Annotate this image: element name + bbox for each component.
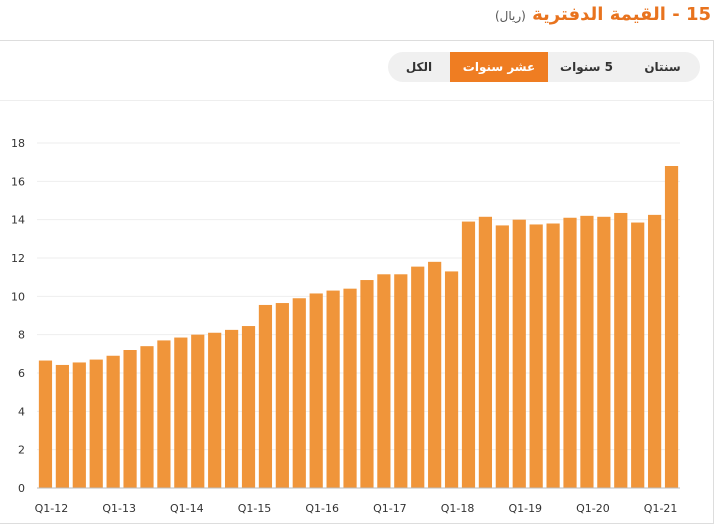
bar-Q3-15[interactable] <box>275 303 289 488</box>
bar-Q2-15[interactable] <box>258 304 273 488</box>
bar-Q3-13[interactable] <box>140 346 154 488</box>
bar-Q4-19[interactable] <box>563 217 577 488</box>
y-tick-label: 18 <box>11 137 25 150</box>
y-tick-label: 12 <box>11 252 25 265</box>
bar-Q2-17[interactable] <box>394 274 408 488</box>
y-tick-label: 2 <box>18 444 25 457</box>
y-axis-ticks: 0 2 4 6 8 10 12 14 16 18 <box>11 137 25 495</box>
bar-Q3-19[interactable] <box>546 223 560 489</box>
bar-Q1-18[interactable] <box>444 271 459 488</box>
bar-Q1-14[interactable] <box>174 337 188 488</box>
y-tick-label: 16 <box>11 175 25 188</box>
x-tick-label: Q1-20 <box>576 502 610 515</box>
y-tick-label: 0 <box>18 482 25 495</box>
y-tick-label: 10 <box>11 290 25 303</box>
x-tick-label: Q1-12 <box>35 502 69 515</box>
x-axis-ticks: Q1-12 Q1-13 Q1-14 Q1-15 Q1-16 Q1-17 Q1-18 Q1-19… <box>35 502 678 515</box>
bar-Q4-18[interactable] <box>495 225 509 488</box>
bar-Q1-21[interactable] <box>648 214 662 488</box>
bar-Q2-18[interactable] <box>461 221 476 489</box>
y-tick-label: 6 <box>18 367 25 380</box>
x-tick-label: Q1-18 <box>441 502 475 515</box>
x-tick-label: Q1-19 <box>508 502 542 515</box>
bar-Q3-16[interactable] <box>343 288 357 488</box>
bar-Q1-17[interactable] <box>377 274 391 488</box>
bar-Q1-19[interactable] <box>512 219 526 488</box>
y-tick-label: 8 <box>18 329 25 342</box>
bar-Q4-14[interactable] <box>224 329 239 488</box>
x-tick-label: Q1-13 <box>102 502 136 515</box>
bar-Q2-20[interactable] <box>597 216 611 488</box>
bar-Q2-16[interactable] <box>326 290 340 488</box>
bar-Q1-13[interactable] <box>106 355 120 488</box>
bar-Q1-12[interactable] <box>38 360 53 488</box>
bar-Q3-17[interactable] <box>411 266 425 488</box>
bar-Q1-16[interactable] <box>309 293 323 488</box>
bar-Q4-15[interactable] <box>292 298 306 488</box>
x-tick-label: Q1-14 <box>170 502 204 515</box>
bar-Q2-14[interactable] <box>191 334 205 488</box>
x-tick-label: Q1-21 <box>644 502 678 515</box>
bar-Q2-13[interactable] <box>123 350 137 488</box>
bar-Q2-19[interactable] <box>529 224 543 489</box>
y-tick-label: 4 <box>18 405 25 418</box>
bar-Q2-12[interactable] <box>55 364 69 488</box>
bar-Q4-16[interactable] <box>360 280 374 488</box>
x-tick-label: Q1-16 <box>305 502 339 515</box>
bar-Q3-14[interactable] <box>208 332 222 488</box>
bar-Q3-12[interactable] <box>72 362 86 488</box>
y-tick-label: 14 <box>11 214 25 227</box>
bar-Q2-21[interactable] <box>664 166 679 488</box>
x-tick-label: Q1-15 <box>238 502 272 515</box>
bar-Q1-15[interactable] <box>241 326 256 488</box>
bar-Q4-20[interactable] <box>631 222 645 488</box>
bar-Q3-18[interactable] <box>478 216 493 488</box>
bar-Q1-20[interactable] <box>580 215 594 489</box>
bar-Q4-13[interactable] <box>157 340 171 488</box>
bar-Q3-20[interactable] <box>614 212 628 489</box>
bar-chart: 024681012141618 Q1-12 Q1-13 Q1-14 Q1-15 Q1-1… <box>11 137 680 515</box>
bar-Q4-17[interactable] <box>428 261 442 488</box>
bar-Q4-12[interactable] <box>89 359 103 488</box>
x-tick-label: Q1-17 <box>373 502 407 515</box>
bars <box>38 166 679 489</box>
